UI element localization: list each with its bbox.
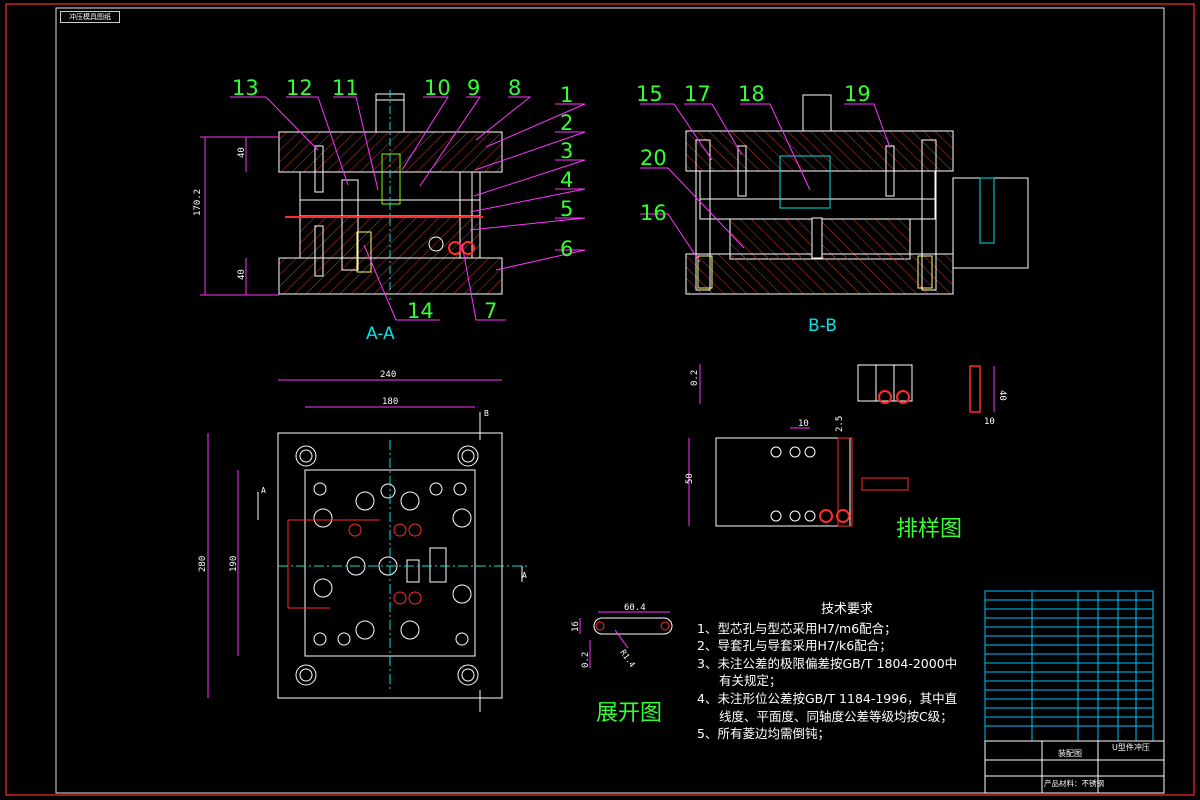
tech-requirement-item: 3、未注公差的极限偏差按GB/T 1804-2000中 bbox=[697, 655, 958, 671]
dim-strip-thickness: 0.2 bbox=[690, 370, 700, 386]
strip-layout-view bbox=[688, 364, 995, 527]
dim-unfold-height: 16 bbox=[571, 621, 581, 632]
tech-requirement-item: 5、所有菱边均需倒钝； bbox=[697, 726, 830, 742]
section-aa-view bbox=[200, 90, 503, 300]
section-mark-a-left: A bbox=[261, 486, 266, 495]
sheet-border bbox=[5, 3, 1195, 796]
dim-unfold-length: 60.4 bbox=[624, 603, 646, 613]
part-number-18: 18 bbox=[738, 82, 765, 106]
dim-strip-width: 50 bbox=[685, 473, 695, 484]
tech-requirement-continuation: 线度、平面度、同轴度公差等级均按C级； bbox=[719, 708, 953, 724]
title-material-note: 产品材料：不锈钢 bbox=[1044, 778, 1104, 788]
part-number-16: 16 bbox=[640, 201, 667, 225]
part-number-19: 19 bbox=[844, 82, 871, 106]
file-stamp: 冲压模具图纸 bbox=[60, 11, 120, 23]
dim-edge: 2.5 bbox=[835, 416, 845, 432]
title-product-name: U型件冲压 bbox=[1112, 742, 1150, 752]
dim-upper-plate: 40 bbox=[237, 147, 247, 158]
dim-lower-plate: 40 bbox=[237, 269, 247, 280]
part-number-2: 2 bbox=[560, 111, 573, 135]
part-number-4: 4 bbox=[560, 168, 573, 192]
section-bb-label: B-B bbox=[808, 316, 837, 336]
part-number-13: 13 bbox=[232, 76, 259, 100]
section-bb-view bbox=[685, 94, 1029, 295]
dim-part-width: 10 bbox=[984, 417, 995, 427]
part-number-5: 5 bbox=[560, 197, 573, 221]
part-number-6: 6 bbox=[560, 237, 573, 261]
section-aa-label: A-A bbox=[366, 324, 395, 344]
dim-plan-inner-width: 180 bbox=[382, 397, 398, 407]
part-number-7: 7 bbox=[484, 299, 497, 323]
part-number-11: 11 bbox=[332, 76, 359, 100]
tech-requirement-item: 2、导套孔与导套采用H7/k6配合； bbox=[697, 638, 892, 654]
part-number-10: 10 bbox=[424, 76, 451, 100]
dim-unfold-thickness: 0.2 bbox=[581, 652, 591, 668]
part-number-17: 17 bbox=[684, 82, 711, 106]
dim-plan-inner-height: 190 bbox=[229, 556, 239, 572]
part-number-3: 3 bbox=[560, 139, 573, 163]
part-number-8: 8 bbox=[508, 76, 521, 100]
dim-overall-height: 170.2 bbox=[193, 189, 203, 216]
dim-unfold-radius: R1.4 bbox=[618, 648, 637, 669]
part-number-20: 20 bbox=[640, 146, 667, 170]
dim-pitch: 10 bbox=[798, 419, 809, 429]
technical-requirements: 技术要求 1、型芯孔与型芯采用H7/m6配合； 2、导套孔与导套采用H7/k6配… bbox=[697, 601, 987, 743]
dim-part-height: 40 bbox=[997, 390, 1007, 401]
tech-requirement-item: 4、未注形位公差按GB/T 1184-1996，其中直 bbox=[697, 690, 958, 706]
tech-requirement-continuation: 有关规定； bbox=[719, 673, 782, 689]
section-mark-a-right: A bbox=[522, 571, 527, 580]
title-drawing-name: 装配图 bbox=[1058, 748, 1082, 758]
section-mark-b: B bbox=[484, 409, 489, 418]
layout-label: 排样图 bbox=[896, 517, 962, 542]
dim-plan-height: 280 bbox=[198, 556, 208, 572]
tech-requirement-item: 1、型芯孔与型芯采用H7/m6配合； bbox=[697, 620, 897, 636]
part-number-12: 12 bbox=[286, 76, 313, 100]
cad-drawing-canvas: 170.2 40 40 13 12 11 10 9 8 1 2 3 4 5 6 … bbox=[5, 3, 1195, 796]
tech-requirements-title: 技术要求 bbox=[820, 602, 873, 617]
unfold-label: 展开图 bbox=[596, 701, 662, 726]
title-block bbox=[984, 590, 1154, 742]
part-number-14: 14 bbox=[407, 299, 434, 323]
dim-plan-width: 240 bbox=[380, 370, 396, 380]
part-number-9: 9 bbox=[467, 76, 480, 100]
part-number-1: 1 bbox=[560, 83, 573, 107]
part-number-15: 15 bbox=[636, 82, 663, 106]
plan-view bbox=[207, 379, 530, 712]
